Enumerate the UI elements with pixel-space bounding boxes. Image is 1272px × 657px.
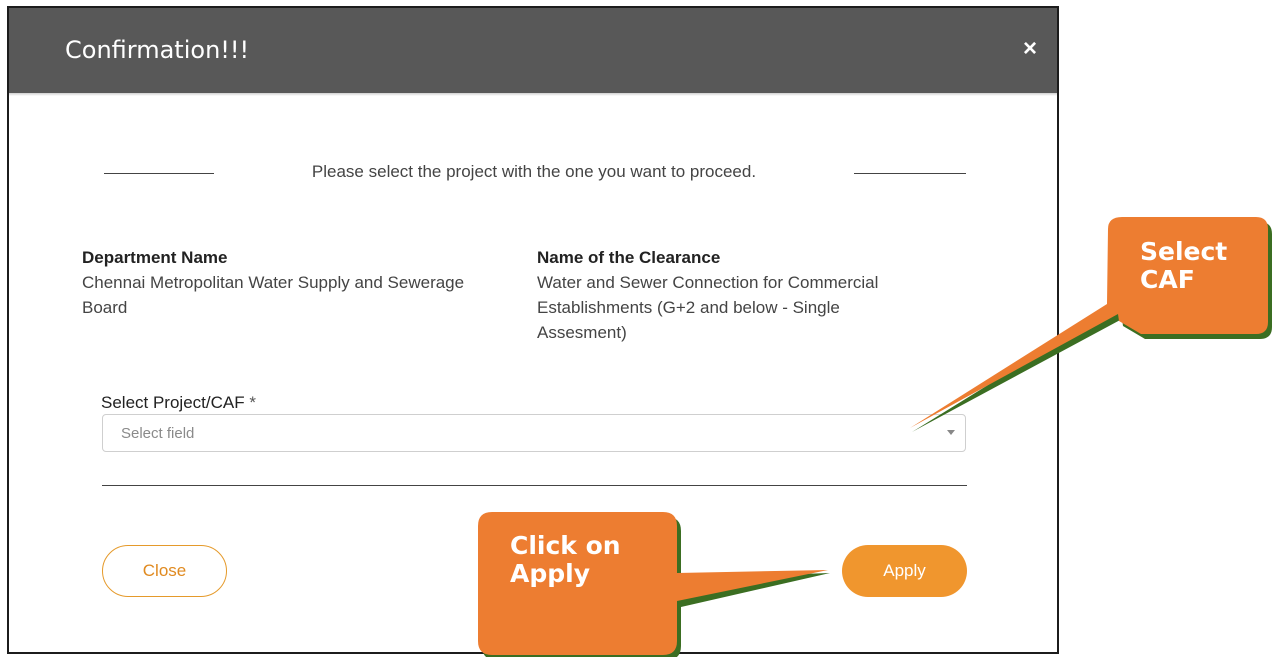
close-icon[interactable]: ×: [1019, 37, 1041, 61]
divider-right: [854, 173, 966, 174]
project-field-label: Select Project/CAF *: [101, 393, 256, 413]
clearance-line: Water and Sewer Connection for Commercia…: [537, 273, 879, 292]
divider-left: [104, 173, 214, 174]
apply-button[interactable]: Apply: [842, 545, 967, 597]
department-label: Department Name: [82, 248, 228, 267]
header-shadow: [9, 93, 1057, 96]
callout-select-caf-text: Select CAF: [1140, 238, 1227, 294]
footer-divider: [102, 485, 967, 486]
project-select[interactable]: Select field: [102, 414, 966, 452]
modal-header: Confirmation!!! ×: [9, 8, 1057, 93]
department-line: Board: [82, 298, 128, 317]
instruction-text: Please select the project with the one y…: [311, 162, 757, 181]
department-value: Chennai Metropolitan Water Supply and Se…: [82, 270, 464, 320]
callout-line: Apply: [510, 559, 591, 588]
modal-title: Confirmation!!!: [65, 36, 250, 64]
callout-line: CAF: [1140, 265, 1195, 294]
close-button[interactable]: Close: [102, 545, 227, 597]
required-mark: *: [249, 393, 256, 412]
callout-line: Click on: [510, 531, 621, 560]
callout-line: Select: [1140, 237, 1228, 266]
caret-down-icon[interactable]: [947, 430, 955, 435]
clearance-line: Establishments (G+2 and below - Single: [537, 298, 840, 317]
clearance-label: Name of the Clearance: [537, 248, 721, 267]
project-field-label-text: Select Project/CAF: [101, 393, 245, 412]
clearance-value: Water and Sewer Connection for Commercia…: [537, 270, 878, 345]
select-placeholder: Select field: [121, 425, 195, 442]
clearance-line: Assesment): [537, 323, 627, 342]
department-line: Chennai Metropolitan Water Supply and Se…: [82, 273, 465, 292]
callout-click-apply-text: Click on Apply: [510, 532, 621, 588]
